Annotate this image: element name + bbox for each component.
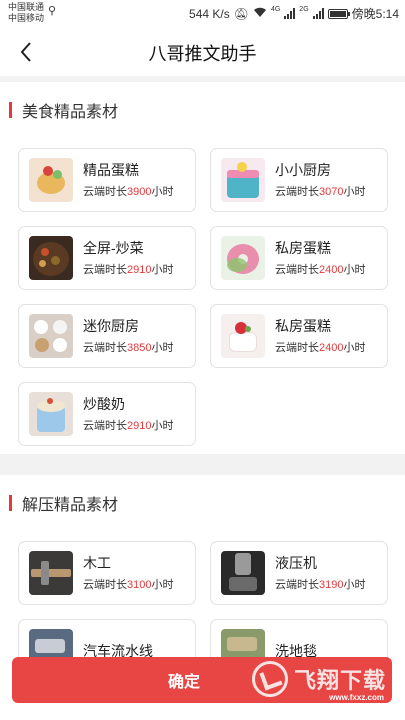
duration-unit: 小时 (343, 186, 366, 198)
material-card[interactable]: 小小厨房 云端时长3070小时 (210, 148, 388, 212)
card-title: 炒酸奶 (83, 396, 125, 412)
duration-label: 云端时长 (83, 342, 127, 354)
strawberry-cake-photo-icon (221, 314, 265, 358)
duration-label: 云端时长 (83, 186, 127, 198)
section-accent-bar (9, 102, 12, 118)
card-title: 私房蛋糕 (275, 318, 331, 334)
duration-label: 云端时长 (275, 579, 319, 591)
section-food: 美食精品素材 精品蛋糕 云端时长3900小时 小小厨房 云端时长3070小时 全… (0, 82, 405, 454)
duration-label: 云端时长 (275, 342, 319, 354)
duration-hours: 3850 (127, 342, 152, 354)
page-title: 八哥推文助手 (148, 44, 257, 64)
duration-label: 云端时长 (83, 420, 127, 432)
card-duration: 云端时长2910小时 (83, 261, 173, 277)
duration-unit: 小时 (151, 186, 174, 198)
nav-bar: 八哥推文助手 (0, 28, 405, 76)
duration-label: 云端时长 (275, 264, 319, 276)
duration-hours: 3190 (319, 579, 344, 591)
usb-icon: ⚲ (48, 5, 57, 17)
signal-icon-2 (312, 8, 324, 19)
duration-label: 云端时长 (275, 186, 319, 198)
material-card[interactable]: 木工 云端时长3100小时 (18, 541, 196, 605)
duration-hours: 3070 (319, 186, 344, 198)
card-duration: 云端时长2400小时 (275, 261, 365, 277)
donut-photo-icon (221, 236, 265, 280)
yogurt-photo-icon (29, 392, 73, 436)
card-title: 迷你厨房 (83, 318, 139, 334)
duration-unit: 小时 (343, 342, 366, 354)
duration-hours: 2400 (319, 264, 344, 276)
duration-label: 云端时长 (83, 579, 127, 591)
watermark: 飞翔下载 (251, 661, 386, 697)
card-title: 小小厨房 (275, 162, 331, 178)
material-card[interactable]: 精品蛋糕 云端时长3900小时 (18, 148, 196, 212)
material-card[interactable]: 炒酸奶 云端时长2910小时 (18, 382, 196, 446)
watermark-text: 飞翔下载 (293, 668, 386, 693)
mini-kitchen-photo-icon (29, 314, 73, 358)
battery-icon (327, 8, 350, 19)
layer-cake-photo-icon (221, 158, 265, 202)
section-accent-bar (9, 495, 12, 511)
status-right: 544 K/s 🔕︎ 4G 2G 傍晚5:14 (189, 5, 399, 22)
duration-hours: 2400 (319, 342, 344, 354)
watermark-url: www.fxxz.com (329, 693, 384, 702)
card-duration: 云端时长3070小时 (275, 183, 365, 199)
network-type-1: 4G (270, 6, 281, 13)
card-title: 液压机 (275, 555, 317, 571)
material-card[interactable]: 迷你厨房 云端时长3850小时 (18, 304, 196, 368)
card-duration: 云端时长3190小时 (275, 576, 365, 592)
duration-unit: 小时 (343, 579, 366, 591)
section-title: 解压精品素材 (22, 497, 119, 514)
clock: 傍晚5:14 (351, 7, 399, 21)
carrier-1: 中国联通 (8, 2, 45, 12)
card-title: 木工 (83, 555, 111, 571)
duration-unit: 小时 (151, 579, 174, 591)
section-header: 解压精品素材 (0, 475, 405, 531)
status-bar: 中国联通 中国移动 ⚲ 544 K/s 🔕︎ 4G 2G 傍晚5:14 (0, 0, 405, 28)
carrier-names: 中国联通 中国移动 (8, 2, 44, 24)
mute-icon: 🔕︎ (233, 6, 249, 21)
card-duration: 云端时长3100小时 (83, 576, 173, 592)
section-header: 美食精品素材 (0, 82, 405, 138)
material-card[interactable]: 液压机 云端时长3190小时 (210, 541, 388, 605)
hydraulic-press-photo-icon (221, 551, 265, 595)
signal-icon-1 (284, 8, 296, 19)
material-card[interactable]: 私房蛋糕 云端时长2400小时 (210, 304, 388, 368)
card-title: 精品蛋糕 (83, 162, 139, 178)
card-duration: 云端时长3850小时 (83, 339, 173, 355)
card-duration: 云端时长3900小时 (83, 183, 173, 199)
network-speed: 544 K/s (189, 6, 230, 21)
watermark-logo-icon (251, 661, 288, 697)
network-type-2: 2G (299, 6, 309, 13)
duration-unit: 小时 (343, 264, 366, 276)
wifi-icon (253, 7, 267, 21)
card-title: 全屏-炒菜 (83, 240, 144, 256)
confirm-button[interactable]: 确定 飞翔下载 www.fxxz.com (12, 657, 392, 703)
stir-fry-photo-icon (29, 236, 73, 280)
material-card[interactable]: 私房蛋糕 云端时长2400小时 (210, 226, 388, 290)
card-duration: 云端时长2910小时 (83, 417, 173, 433)
duration-unit: 小时 (151, 342, 174, 354)
section-title: 美食精品素材 (22, 104, 119, 121)
duration-hours: 2910 (127, 264, 152, 276)
duration-unit: 小时 (151, 264, 174, 276)
duration-hours: 3100 (127, 579, 152, 591)
duration-hours: 3900 (127, 186, 152, 198)
duration-hours: 2910 (127, 420, 152, 432)
card-title: 私房蛋糕 (275, 240, 331, 256)
carrier-2: 中国移动 (8, 13, 45, 23)
cake-photo-icon (29, 158, 73, 202)
duration-label: 云端时长 (83, 264, 127, 276)
confirm-label: 确定 (167, 674, 200, 691)
card-duration: 云端时长2400小时 (275, 339, 365, 355)
duration-unit: 小时 (151, 420, 174, 432)
material-card[interactable]: 全屏-炒菜 云端时长2910小时 (18, 226, 196, 290)
woodwork-photo-icon (29, 551, 73, 595)
